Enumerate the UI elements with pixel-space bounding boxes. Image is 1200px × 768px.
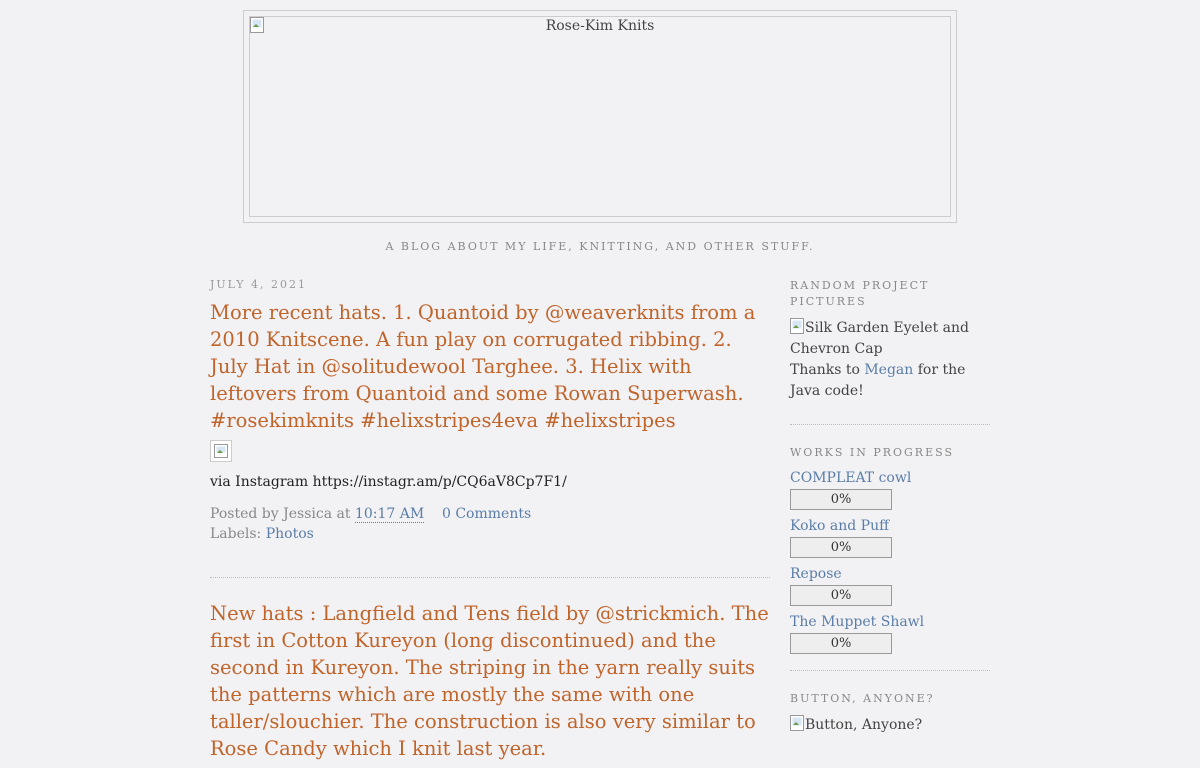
label-link-photos[interactable]: Photos <box>266 526 314 542</box>
wip-heading: Works in Progress <box>790 446 955 459</box>
header-image-alt: Rose-Kim Knits <box>545 18 655 34</box>
wip-progress-bar: 0% <box>790 633 892 654</box>
broken-image-icon <box>214 444 228 458</box>
wip-item-link[interactable]: The Muppet Shawl <box>790 613 990 631</box>
wip-item-link[interactable]: Repose <box>790 565 990 583</box>
post-footer-author: Posted by Jessica at 10:17 AM 0 Comments <box>210 504 770 524</box>
blog-tagline: A blog about my life, knitting, and othe… <box>385 240 815 253</box>
random-pictures-heading: Random Project Pictures <box>790 279 930 308</box>
post-footer-labels: Labels: Photos <box>210 524 770 544</box>
wip-item-link[interactable]: Koko and Puff <box>790 517 990 535</box>
wip-item-link[interactable]: COMPLEAT cowl <box>790 469 990 487</box>
post-separator <box>210 577 770 578</box>
thanks-prefix: Thanks to <box>790 362 860 378</box>
wip-progress-bar: 0% <box>790 585 892 606</box>
header-image-frame[interactable]: Rose-Kim Knits <box>249 16 951 217</box>
blog-header: Rose-Kim Knits <box>243 10 957 223</box>
button-image[interactable]: Button, Anyone? <box>790 715 990 733</box>
post-body-via: via Instagram https://instagr.am/p/CQ6aV… <box>210 474 567 490</box>
broken-image-icon <box>790 318 804 334</box>
post-title: More recent hats. 1. Quantoid by @weaver… <box>210 301 756 432</box>
wip-list: COMPLEAT cowl 0% Koko and Puff 0% Repose… <box>790 469 990 654</box>
random-picture-alt[interactable]: Silk Garden Eyelet and Chevron Cap <box>790 320 969 357</box>
broken-image-icon <box>790 715 804 731</box>
wip-progress-bar: 0% <box>790 537 892 558</box>
labels-prefix: Labels: <box>210 526 262 542</box>
button-image-alt: Button, Anyone? <box>805 717 923 733</box>
main-column: July 4, 2021 More recent hats. 1. Quanto… <box>210 278 770 768</box>
post-date: July 4, 2021 <box>210 278 308 291</box>
comments-link[interactable]: 0 Comments <box>442 506 531 522</box>
posted-by-text: Posted by Jessica at <box>210 506 351 522</box>
post-timestamp-link[interactable]: 10:17 AM <box>354 506 425 523</box>
wip-progress-bar: 0% <box>790 489 892 510</box>
sidebar: Random Project Pictures Silk Garden Eyel… <box>790 278 990 733</box>
sidebar-separator <box>790 424 990 425</box>
sidebar-separator <box>790 670 990 671</box>
megan-link[interactable]: Megan <box>864 362 913 378</box>
post-title: New hats : Langfield and Tens field by @… <box>210 602 769 760</box>
random-picture-widget: Silk Garden Eyelet and Chevron Cap Thank… <box>790 318 990 402</box>
post-image[interactable] <box>210 440 232 462</box>
button-heading: Button, Anyone? <box>790 692 935 705</box>
